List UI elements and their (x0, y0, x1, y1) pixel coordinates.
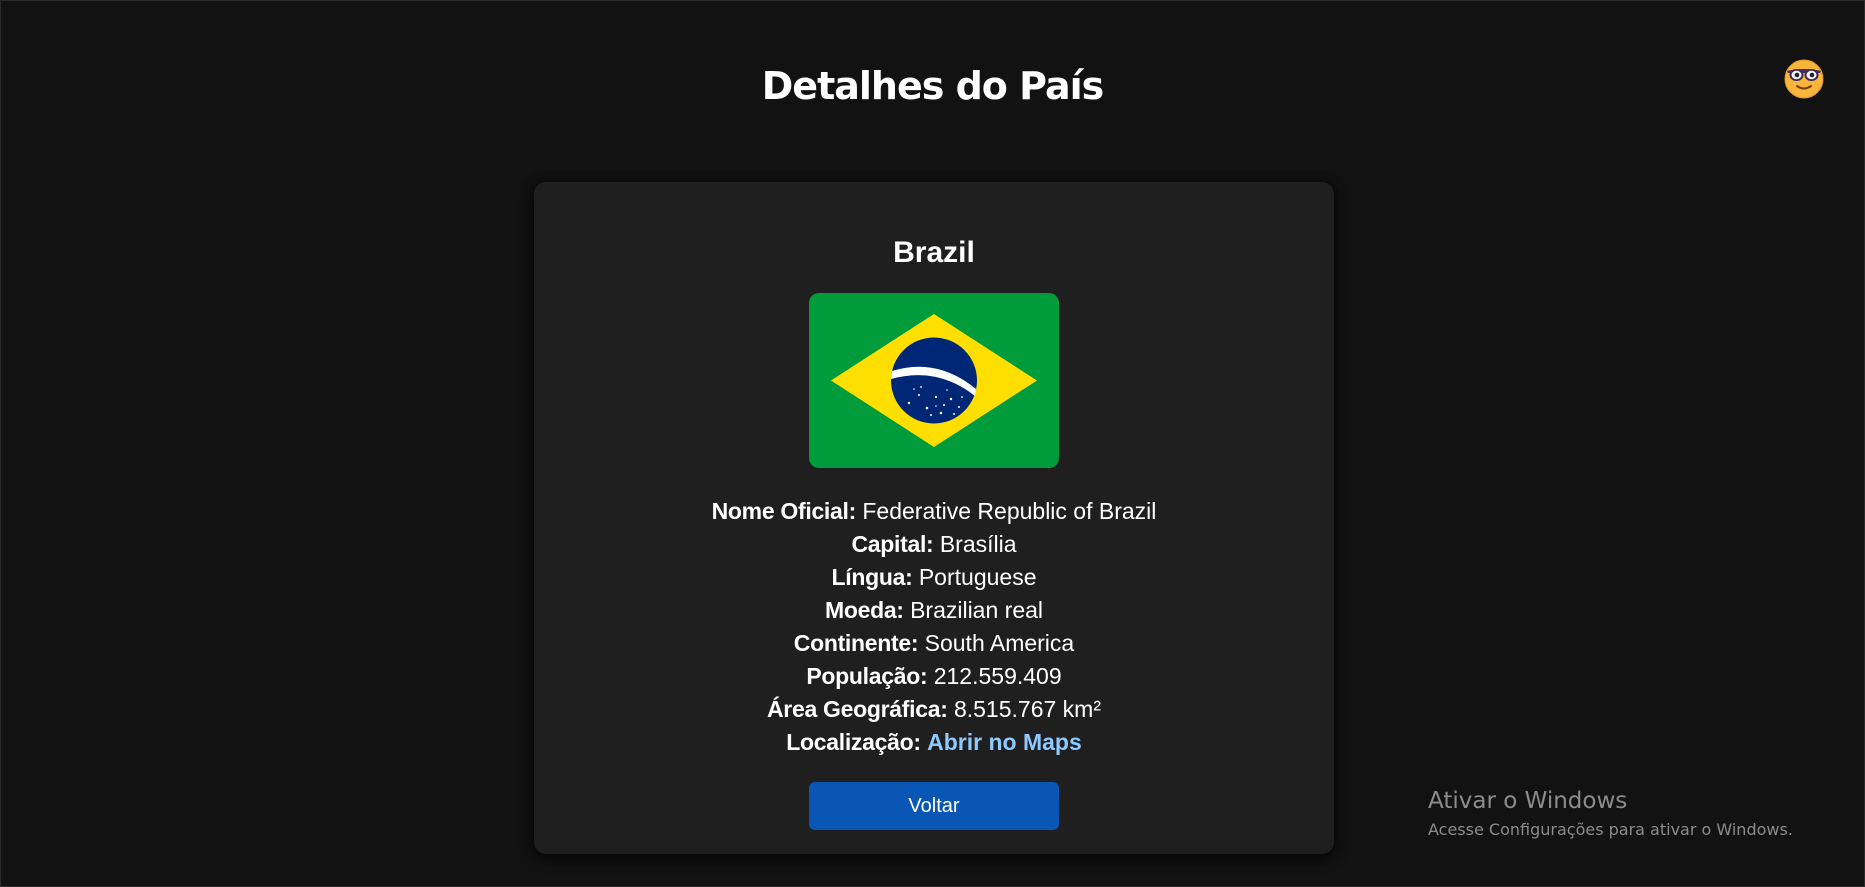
detail-label: Localização: (786, 729, 921, 755)
watermark-subtitle: Acesse Configurações para ativar o Windo… (1428, 820, 1793, 839)
brazil-flag-image (809, 293, 1059, 468)
detail-row-capital: Capital: Brasília (534, 528, 1334, 561)
detail-row-population: População: 212.559.409 (534, 660, 1334, 693)
detail-row-area: Área Geográfica: 8.515.767 km² (534, 693, 1334, 726)
page-title: Detalhes do País (761, 64, 1104, 108)
detail-value: 8.515.767 km² (953, 696, 1101, 722)
country-card: Brazil Nome Oficial: Federative Republic… (534, 182, 1334, 854)
detail-label: Área Geográfica: (767, 696, 948, 722)
country-name: Brazil (893, 236, 975, 269)
detail-value: Brazilian real (910, 597, 1044, 623)
detail-label: População: (806, 663, 928, 689)
detail-value: South America (924, 630, 1075, 656)
detail-row-language: Língua: Portuguese (534, 561, 1334, 594)
detail-row-location: Localização: Abrir no Maps (534, 726, 1334, 759)
country-details: Nome Oficial: Federative Republic of Bra… (534, 495, 1334, 759)
theme-toggle-button[interactable] (1783, 58, 1825, 100)
detail-row-currency: Moeda: Brazilian real (534, 594, 1334, 627)
open-in-maps-link[interactable]: Abrir no Maps (927, 729, 1082, 755)
detail-label: Moeda: (824, 597, 904, 623)
detail-label: Continente: (793, 630, 919, 656)
detail-label: Nome Oficial: (711, 498, 857, 524)
windows-activation-watermark: Ativar o Windows Acesse Configurações pa… (1428, 785, 1793, 841)
detail-label: Língua: (831, 564, 913, 590)
detail-value: Brasília (939, 531, 1017, 557)
back-button[interactable]: Voltar (809, 782, 1059, 830)
detail-value: Portuguese (918, 564, 1037, 590)
detail-label: Capital: (851, 531, 934, 557)
watermark-title: Ativar o Windows (1428, 788, 1628, 814)
detail-row-continent: Continente: South America (534, 627, 1334, 660)
detail-row-official-name: Nome Oficial: Federative Republic of Bra… (534, 495, 1334, 528)
detail-value: 212.559.409 (933, 663, 1062, 689)
sunglasses-face-icon (1784, 59, 1824, 99)
detail-value: Federative Republic of Brazil (862, 498, 1157, 524)
